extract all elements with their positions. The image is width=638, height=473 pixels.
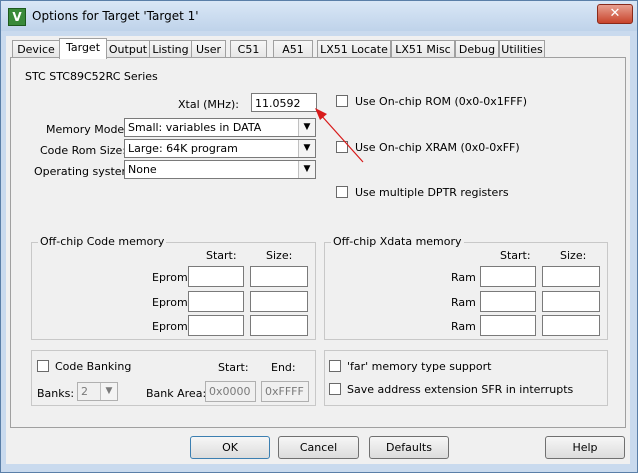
eprom-size-input[interactable] bbox=[250, 291, 308, 312]
far-support-label: 'far' memory type support bbox=[347, 360, 492, 373]
cancel-button[interactable]: Cancel bbox=[278, 436, 359, 459]
help-button[interactable]: Help bbox=[545, 436, 625, 459]
ram-size-input[interactable] bbox=[542, 315, 600, 336]
banks-value: 2 bbox=[81, 385, 88, 398]
eprom-start-input[interactable] bbox=[188, 266, 244, 287]
ram-start-input[interactable] bbox=[480, 315, 536, 336]
bank-area-start-input[interactable]: 0x0000 bbox=[205, 381, 256, 402]
chevron-down-icon[interactable]: ▼ bbox=[100, 383, 117, 400]
eprom-size-input[interactable] bbox=[250, 266, 308, 287]
code-banking-checkbox[interactable] bbox=[37, 360, 49, 372]
ram-start-input[interactable] bbox=[480, 291, 536, 312]
ram-size-input[interactable] bbox=[542, 266, 600, 287]
bank-end-header: End: bbox=[271, 361, 296, 374]
eprom-size-input[interactable] bbox=[250, 315, 308, 336]
ram-label: Ram bbox=[451, 271, 476, 284]
code-banking-label: Code Banking bbox=[55, 360, 132, 373]
eprom-label: Eprom bbox=[152, 320, 188, 333]
eprom-label: Eprom bbox=[152, 296, 188, 309]
tab-target[interactable]: Target bbox=[59, 38, 107, 59]
far-support-checkbox[interactable] bbox=[329, 360, 341, 372]
eprom-start-input[interactable] bbox=[188, 315, 244, 336]
code-start-header: Start: bbox=[206, 249, 237, 262]
code-size-header: Size: bbox=[266, 249, 293, 262]
bank-area-end-input[interactable]: 0xFFFF bbox=[261, 381, 309, 402]
ram-label: Ram bbox=[451, 320, 476, 333]
memory-options-group bbox=[324, 350, 608, 406]
bank-area-label: Bank Area: bbox=[146, 387, 207, 400]
offchip-code-title: Off-chip Code memory bbox=[38, 235, 167, 248]
defaults-button[interactable]: Defaults bbox=[369, 436, 449, 459]
bank-start-header: Start: bbox=[218, 361, 249, 374]
banks-select[interactable]: 2 ▼ bbox=[77, 382, 118, 401]
ram-size-input[interactable] bbox=[542, 291, 600, 312]
xdata-start-header: Start: bbox=[500, 249, 531, 262]
ram-label: Ram bbox=[451, 296, 476, 309]
eprom-start-input[interactable] bbox=[188, 291, 244, 312]
ok-button[interactable]: OK bbox=[190, 436, 270, 459]
save-sfr-label: Save address extension SFR in interrupts bbox=[347, 383, 574, 396]
offchip-xdata-title: Off-chip Xdata memory bbox=[331, 235, 464, 248]
eprom-label: Eprom bbox=[152, 271, 188, 284]
banks-label: Banks: bbox=[37, 387, 75, 400]
ram-start-input[interactable] bbox=[480, 266, 536, 287]
save-sfr-checkbox[interactable] bbox=[329, 383, 341, 395]
xdata-size-header: Size: bbox=[560, 249, 587, 262]
